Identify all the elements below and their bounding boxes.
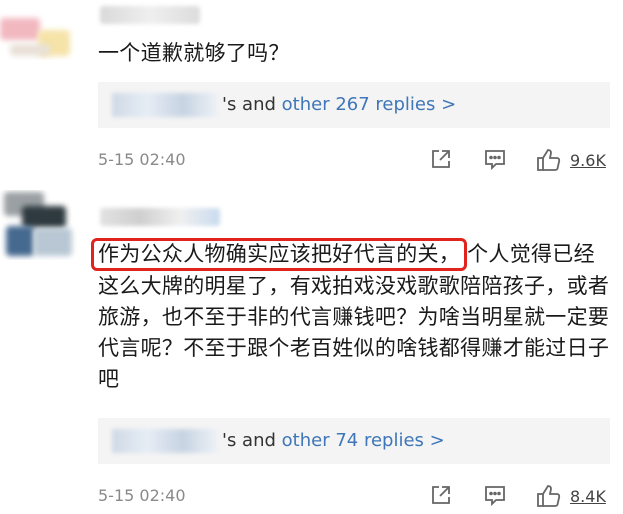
comment-icon[interactable] xyxy=(482,146,508,176)
username[interactable] xyxy=(100,6,200,24)
comment-item: 作为公众人物确实应该把好代言的关， 个人觉得已经这么大牌的明星了，有戏拍戏没戏歌歌… xyxy=(0,190,623,513)
timestamp: 5-15 02:40 xyxy=(98,150,186,169)
comment-item: 一个道歉就够了吗？ 's and other 267 replies > 5-1… xyxy=(0,0,623,185)
thumbs-up-icon[interactable] xyxy=(534,482,562,514)
replies-prefix: 's and xyxy=(222,430,276,451)
comment-text: 作为公众人物确实应该把好代言的关， 个人觉得已经这么大牌的明星了，有戏拍戏没戏歌歌… xyxy=(91,238,610,395)
highlighted-text: 作为公众人物确实应该把好代言的关， xyxy=(91,238,468,271)
comment-meta: 5-15 02:40 8.4K xyxy=(98,482,610,510)
timestamp: 5-15 02:40 xyxy=(98,486,186,505)
comment-icon[interactable] xyxy=(482,482,508,512)
thumbs-up-icon[interactable] xyxy=(534,146,562,178)
more-replies-link[interactable]: other 74 replies > xyxy=(282,430,445,451)
replies-prefix: 's and xyxy=(222,94,276,115)
replies-box[interactable]: 's and other 74 replies > xyxy=(98,418,610,464)
comment-text: 一个道歉就够了吗？ xyxy=(98,41,290,65)
more-replies-link[interactable]: other 267 replies > xyxy=(282,94,457,115)
like-count[interactable]: 8.4K xyxy=(570,487,606,506)
share-icon[interactable] xyxy=(428,482,454,512)
replier-name xyxy=(112,429,218,453)
avatar[interactable] xyxy=(0,0,86,60)
username[interactable] xyxy=(100,208,220,226)
like-count[interactable]: 9.6K xyxy=(570,151,606,170)
comment-meta: 5-15 02:40 9.6K xyxy=(98,146,610,174)
replier-name xyxy=(112,93,218,117)
share-icon[interactable] xyxy=(428,146,454,176)
avatar[interactable] xyxy=(0,190,86,260)
replies-box[interactable]: 's and other 267 replies > xyxy=(98,82,610,128)
